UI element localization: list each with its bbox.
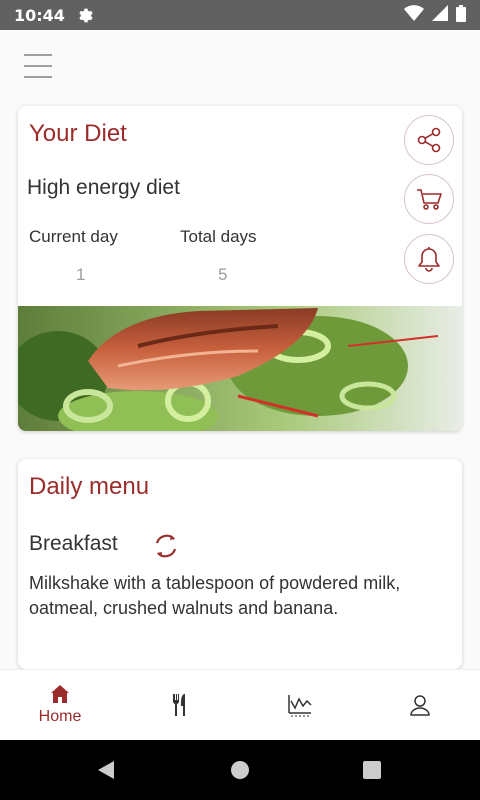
recents-icon[interactable] [362, 760, 382, 784]
home-system-icon[interactable] [230, 760, 250, 784]
system-navigation-bar [0, 740, 480, 800]
status-time: 10:44 [14, 5, 65, 25]
notification-button[interactable] [404, 234, 454, 284]
current-day-label: Current day [29, 227, 118, 246]
back-icon[interactable] [96, 760, 116, 784]
chart-icon [288, 695, 312, 717]
nav-progress[interactable] [240, 670, 360, 740]
share-icon [417, 127, 441, 153]
daily-menu-card: Daily menu Breakfast Milkshake with a ta… [18, 459, 462, 669]
diet-name: High energy diet [27, 176, 180, 199]
total-days-label: Total days [180, 227, 257, 246]
shopping-cart-icon [417, 189, 442, 210]
nav-home-label: Home [38, 708, 82, 725]
hamburger-menu-icon[interactable] [24, 54, 52, 78]
meal-name: Breakfast [29, 532, 118, 555]
battery-icon [456, 4, 466, 26]
current-day-value: 1 [76, 265, 86, 284]
diet-card: Your Diet High energy diet Current day 1… [18, 106, 462, 431]
bell-icon [418, 247, 440, 272]
fork-knife-icon [172, 694, 185, 716]
cart-button[interactable] [404, 174, 454, 224]
nav-home[interactable]: Home [0, 670, 120, 740]
meal-description: Milkshake with a tablespoon of powdered … [29, 573, 401, 618]
status-bar: 10:44 [0, 0, 480, 30]
signal-icon [432, 5, 448, 25]
bottom-navigation: Home [0, 669, 480, 740]
refresh-icon[interactable] [151, 531, 181, 561]
nav-menu[interactable] [120, 670, 240, 740]
daily-menu-title: Daily menu [29, 473, 150, 500]
diet-card-title: Your Diet [29, 120, 127, 147]
app-bar [0, 30, 480, 100]
settings-gear-icon [77, 6, 95, 24]
wifi-icon [404, 5, 424, 25]
profile-icon [410, 695, 430, 716]
nav-profile[interactable] [360, 670, 480, 740]
total-days-value: 5 [218, 265, 228, 284]
share-button[interactable] [404, 115, 454, 165]
home-icon [51, 685, 69, 703]
diet-food-image [18, 306, 462, 431]
